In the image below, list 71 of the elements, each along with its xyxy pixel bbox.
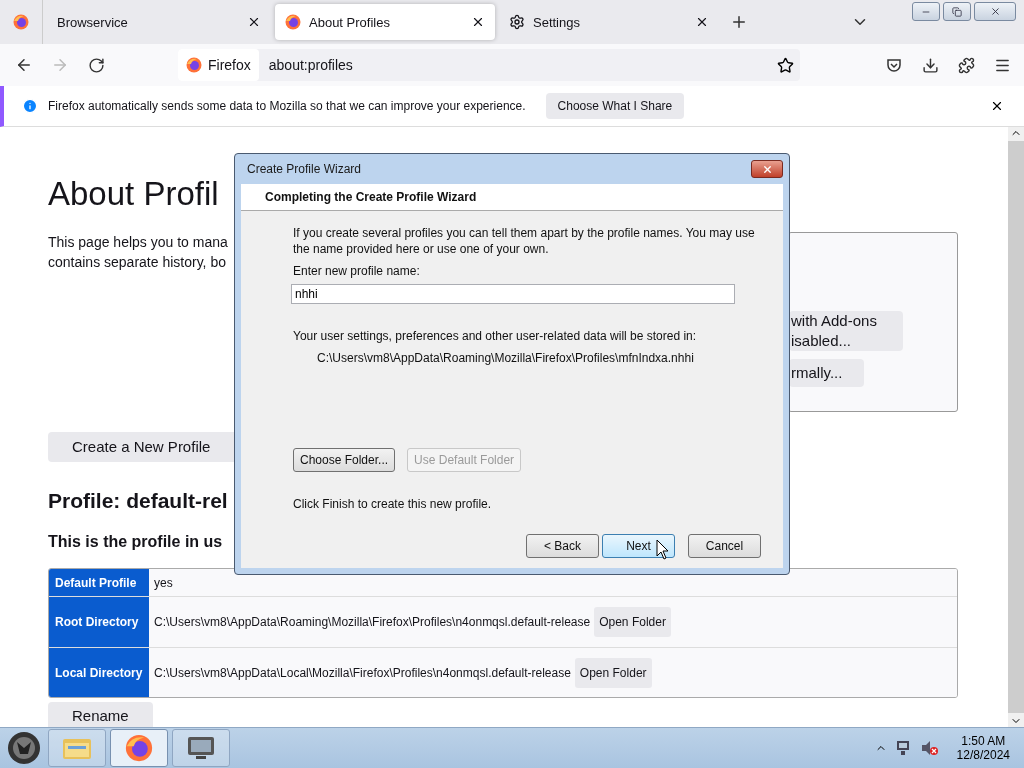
row-header: Root Directory	[49, 597, 149, 647]
download-icon[interactable]	[921, 56, 939, 74]
wizard-nav-button[interactable]: Cancel	[688, 534, 761, 558]
clock-date[interactable]: 12/8/2024	[956, 748, 1010, 762]
wizard-nav-button[interactable]: Next	[602, 534, 675, 558]
storage-label: Your user settings, preferences and other user-related data will be stored in:	[293, 328, 698, 344]
browser-tab[interactable]: About Profiles	[275, 4, 495, 40]
address-bar[interactable]: Firefox about:profiles	[178, 49, 800, 81]
row-header: Default Profile	[49, 569, 149, 596]
firefox-icon	[285, 14, 301, 30]
profile-note: This is the profile in us	[48, 532, 223, 552]
firefox-icon	[186, 57, 202, 73]
tab-title: About Profiles	[309, 14, 391, 30]
notification-text: Firefox automatically sends some data to Mozilla so that we can improve your experience.	[48, 99, 526, 113]
restart-button[interactable]: with Add-ons isabled...	[789, 311, 903, 351]
muted-speaker-icon[interactable]	[920, 740, 939, 756]
page-description: This page helps you to mana	[48, 233, 228, 252]
browser-tab[interactable]: Browservice	[47, 4, 271, 40]
tab-title: Browservice	[57, 14, 129, 30]
field-label: Enter new profile name:	[293, 263, 421, 279]
restore-icon	[952, 6, 962, 17]
storage-path: C:\Users\vm8\AppData\Roaming\Mozilla\Firefox\Profiles\mfnIndxa.nhhi	[317, 350, 695, 366]
window-close-button[interactable]	[974, 2, 1016, 21]
new-tab-icon[interactable]	[730, 13, 748, 31]
profile-heading: Profile: default-rel	[48, 488, 228, 514]
reload-icon[interactable]	[87, 56, 105, 74]
firefox-icon	[125, 734, 153, 762]
scrollbar[interactable]	[1008, 127, 1024, 727]
bookmark-star-icon[interactable]	[777, 56, 794, 74]
close-icon[interactable]	[695, 15, 709, 29]
close-icon[interactable]	[247, 15, 261, 29]
table-cell: yes	[154, 575, 173, 590]
rename-button[interactable]: Rename	[48, 702, 153, 727]
close-icon[interactable]	[990, 99, 1004, 113]
clock-time[interactable]: 1:50 AM	[961, 734, 1006, 748]
restore-button[interactable]	[943, 2, 971, 21]
table-cell: C:\Users\vm8\AppData\Roaming\Mozilla\Firefox\Profiles\n4onmqsl.default-release	[154, 615, 591, 629]
tab-title: Settings	[533, 14, 581, 30]
identity-label: Firefox	[208, 57, 251, 73]
choose-share-button[interactable]: Choose What I Share	[545, 93, 685, 119]
dialog-header: Completing the Create Profile Wizard	[241, 184, 783, 211]
finish-note: Click Finish to create this new profile.	[293, 496, 493, 512]
close-icon	[761, 163, 773, 175]
dialog-intro: If you create several profiles you can tell them apart by the profile names. You may use the name provided here or use one of your own.	[293, 225, 756, 257]
firefox-icon	[13, 14, 29, 30]
dialog-title: Create Profile Wizard	[247, 162, 362, 176]
pocket-icon[interactable]	[886, 57, 902, 73]
taskbar-button[interactable]	[172, 729, 230, 767]
open-folder-button[interactable]: Open Folder	[594, 607, 671, 637]
close-icon	[989, 6, 1001, 17]
back-icon[interactable]	[15, 56, 33, 74]
taskbar-button[interactable]	[110, 729, 168, 767]
open-folder-button[interactable]: Open Folder	[574, 657, 652, 688]
row-header: Local Directory	[49, 648, 149, 697]
extensions-icon[interactable]	[957, 56, 975, 74]
table-cell: C:\Users\vm8\AppData\Local\Mozilla\Firefox\Profiles\n4onmqsl.default-release	[154, 665, 571, 680]
page-description: contains separate history, bo	[48, 253, 226, 272]
page-title: About Profil	[48, 174, 219, 214]
browser-tab[interactable]: Settings	[499, 4, 719, 40]
restart-button[interactable]: rmally...	[789, 359, 865, 387]
settings-icon	[509, 14, 525, 30]
info-icon	[22, 98, 38, 114]
minimize-button[interactable]	[912, 2, 940, 21]
monitor-icon	[186, 735, 216, 761]
mouse-pointer-icon	[656, 539, 669, 560]
folder-button[interactable]: Choose Folder...	[293, 448, 396, 472]
profile-name-field[interactable]: nhhi	[291, 284, 735, 304]
wizard-nav-button[interactable]: < Back	[526, 534, 599, 558]
url-text: about:profiles	[268, 57, 354, 73]
dialog-close-button[interactable]	[751, 160, 783, 178]
close-icon[interactable]	[471, 15, 485, 29]
